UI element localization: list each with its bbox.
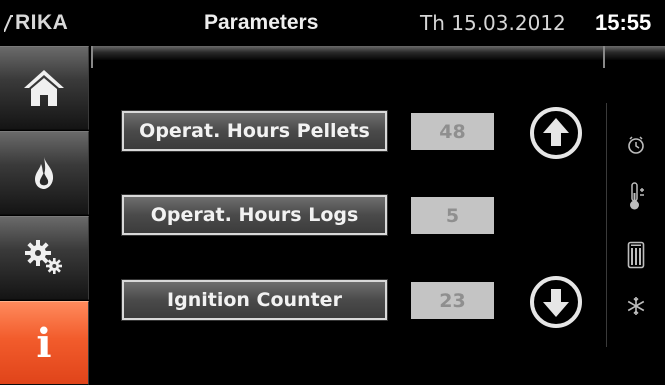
settings-gears-icon xyxy=(25,240,62,274)
param-value-operat-hours-pellets: 48 xyxy=(411,113,494,150)
header-divider-tick xyxy=(603,46,605,68)
sidebar-item-home[interactable] xyxy=(0,46,89,130)
param-label-ignition-counter: Ignition Counter xyxy=(121,279,388,321)
clock-icon xyxy=(628,136,644,154)
fuel-tank-icon xyxy=(627,241,645,269)
scroll-down-button[interactable] xyxy=(528,274,584,330)
arrow-up-icon xyxy=(530,107,582,159)
page-title: Parameters xyxy=(204,11,319,34)
sidebar: i xyxy=(0,46,90,385)
sidebar-item-info[interactable]: i xyxy=(0,301,89,385)
thermometer-icon xyxy=(630,182,644,210)
param-label-operat-hours-logs: Operat. Hours Logs xyxy=(121,194,388,236)
arrow-down-icon xyxy=(530,276,582,328)
header-divider-tick xyxy=(91,46,93,68)
temperature-button[interactable] xyxy=(621,181,651,211)
header-date: Th 15.03.2012 xyxy=(420,11,566,35)
param-value-operat-hours-logs: 5 xyxy=(411,197,494,234)
right-panel-separator xyxy=(606,103,607,347)
home-icon xyxy=(24,70,64,106)
param-value-ignition-counter: 23 xyxy=(411,282,494,319)
scroll-up-button[interactable] xyxy=(528,105,584,161)
rika-logo: RIKA xyxy=(4,11,68,35)
header-bar: RIKA Parameters Th 15.03.2012 15:55 xyxy=(0,0,665,46)
header-time: 15:55 xyxy=(595,10,652,35)
snowflake-icon xyxy=(627,297,645,315)
header-divider xyxy=(92,46,665,60)
rika-logo-mark-icon xyxy=(4,15,13,32)
sidebar-item-heating[interactable] xyxy=(0,131,89,215)
info-icon: i xyxy=(36,319,52,367)
sidebar-item-settings[interactable] xyxy=(0,216,89,300)
logo-text: RIKA xyxy=(15,11,69,34)
param-label-operat-hours-pellets: Operat. Hours Pellets xyxy=(121,110,388,152)
frost-protection-button[interactable] xyxy=(621,291,651,321)
fuel-level-button[interactable] xyxy=(621,240,651,270)
flame-icon xyxy=(35,157,54,189)
timer-button[interactable] xyxy=(621,130,651,160)
